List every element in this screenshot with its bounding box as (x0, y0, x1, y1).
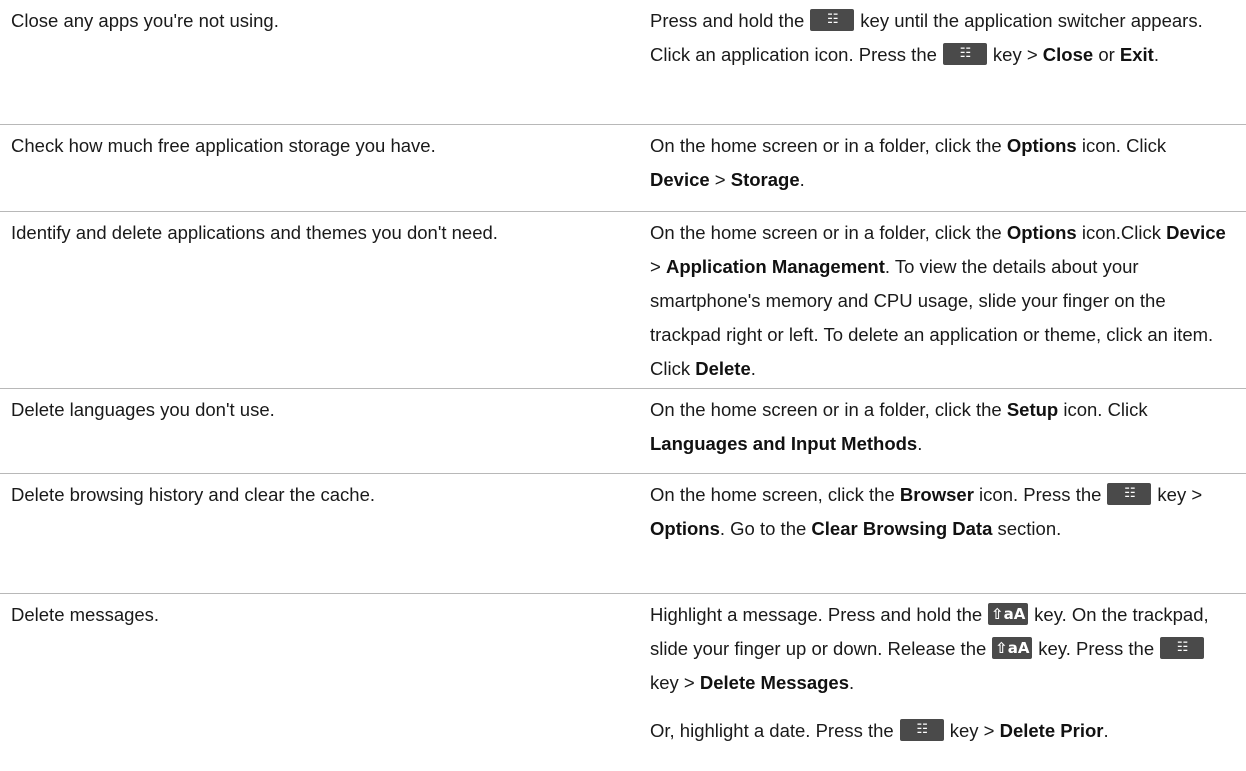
action-text: On the home screen or in a folder, click… (650, 216, 1226, 386)
tip-cell: Delete browsing history and clear the ca… (0, 474, 650, 593)
shift-key-icon: ⇧aA (992, 637, 1033, 660)
table-row: Close any apps you're not using. Press a… (0, 0, 1246, 125)
tip-text: Close any apps you're not using. (11, 10, 279, 31)
text-segment: . (750, 358, 756, 379)
table-row: Delete messages. Highlight a message. Pr… (0, 594, 1246, 771)
shift-key-icon: ⇧aA (988, 603, 1029, 626)
action-text: Press and hold the ☷ key until the applica… (650, 4, 1226, 72)
action-text: On the home screen, click the Browser ic… (650, 478, 1226, 546)
text-segment: key > (992, 44, 1038, 65)
bold-term: Options (1006, 135, 1077, 156)
text-segment: On the home screen or in a folder, click… (650, 135, 1002, 156)
text-segment: On the home screen or in a folder, click… (650, 222, 1002, 243)
bold-term: Application Management (665, 256, 885, 277)
text-segment: > (650, 256, 661, 277)
text-segment: or (1098, 44, 1115, 65)
tip-cell: Close any apps you're not using. (0, 0, 650, 124)
text-segment: . (917, 433, 923, 454)
tip-text: Delete browsing history and clear the ca… (11, 484, 376, 505)
bold-term: Languages and Input Methods (650, 433, 918, 454)
text-segment: . (799, 169, 805, 190)
bold-term: Options (650, 518, 720, 539)
bold-term: Options (1006, 222, 1077, 243)
menu-key-icon: ☷ (810, 9, 855, 32)
tip-text: Delete languages you don't use. (11, 399, 275, 420)
action-text: On the home screen or in a folder, click… (650, 129, 1226, 197)
tip-cell: Delete languages you don't use. (0, 389, 650, 473)
tip-text: Delete messages. (11, 604, 160, 625)
text-segment: key. Press the (1038, 638, 1155, 659)
tips-table: Close any apps you're not using. Press a… (0, 0, 1246, 771)
table-row: Delete browsing history and clear the ca… (0, 474, 1246, 594)
text-segment: . (1153, 44, 1159, 65)
action-text-alt: Or, highlight a date. Press the ☷ key > De… (650, 714, 1226, 748)
bold-term: Setup (1006, 399, 1059, 420)
text-segment: Highlight a message. Press and hold the (650, 604, 983, 625)
text-segment: . (849, 672, 855, 693)
tip-text: Identify and delete applications and the… (11, 222, 498, 243)
tip-text: Check how much free application storage … (11, 135, 436, 156)
text-segment: On the home screen or in a folder, click… (650, 399, 1002, 420)
table-row: Check how much free application storage … (0, 125, 1246, 212)
menu-key-icon: ☷ (1107, 483, 1152, 506)
text-segment: > (714, 169, 726, 190)
action-cell: On the home screen or in a folder, click… (650, 212, 1246, 388)
action-cell: Press and hold the ☷ key until the applica… (650, 0, 1246, 124)
bold-term: Device (1166, 222, 1226, 243)
text-segment: key > (650, 672, 695, 693)
action-cell: On the home screen or in a folder, click… (650, 389, 1246, 473)
action-cell: Highlight a message. Press and hold the ⇧… (650, 594, 1246, 771)
bold-term: Device (650, 169, 710, 190)
text-segment: key > (949, 720, 995, 741)
text-segment: icon. Press the (979, 484, 1102, 505)
bold-term: Close (1042, 44, 1094, 65)
action-text: On the home screen or in a folder, click… (650, 393, 1226, 461)
text-segment: icon. Click (1081, 135, 1167, 156)
text-segment: On the home screen, click the (650, 484, 895, 505)
action-cell: On the home screen, click the Browser ic… (650, 474, 1246, 593)
menu-key-icon: ☷ (942, 43, 987, 66)
menu-key-icon: ☷ (899, 719, 944, 742)
text-segment: Press and hold the (650, 10, 805, 31)
bold-term: Delete Messages (699, 672, 849, 693)
action-text: Highlight a message. Press and hold the ⇧… (650, 598, 1226, 700)
bold-term: Delete (695, 358, 751, 379)
text-segment: Or, highlight a date. Press the (650, 720, 894, 741)
tip-cell: Check how much free application storage … (0, 125, 650, 211)
bold-term: Browser (899, 484, 974, 505)
tip-cell: Identify and delete applications and the… (0, 212, 650, 388)
text-segment: . (1103, 720, 1109, 741)
bold-term: Storage (730, 169, 800, 190)
tip-cell: Delete messages. (0, 594, 650, 771)
text-segment: icon.Click (1081, 222, 1162, 243)
text-segment: . Go to the (719, 518, 807, 539)
table-row: Identify and delete applications and the… (0, 212, 1246, 389)
menu-key-icon: ☷ (1160, 637, 1205, 660)
table-row: Delete languages you don't use. On the h… (0, 389, 1246, 474)
text-segment: key > (1157, 484, 1203, 505)
action-cell: On the home screen or in a folder, click… (650, 125, 1246, 211)
bold-term: Exit (1119, 44, 1154, 65)
bold-term: Delete Prior (999, 720, 1104, 741)
text-segment: icon. Click (1063, 399, 1148, 420)
bold-term: Clear Browsing Data (811, 518, 993, 539)
text-segment: section. (997, 518, 1062, 539)
